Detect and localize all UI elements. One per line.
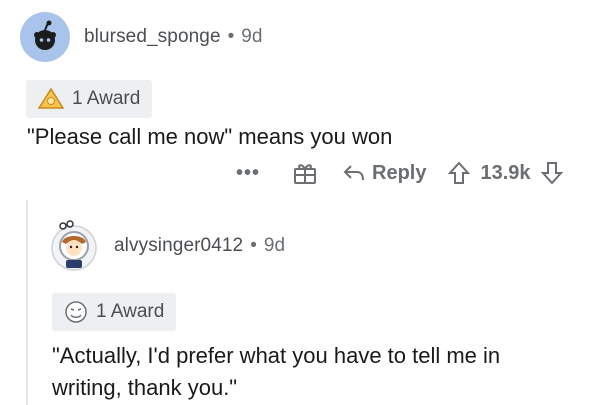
thread-line[interactable] [26,200,28,405]
separator-dot: • [250,235,257,256]
avatar[interactable] [46,218,102,274]
reply-body: "Actually, I'd prefer what you have to t… [52,340,500,404]
reply-body-line: writing, thank you." [52,375,238,400]
reply-label: Reply [372,161,427,184]
comment-username[interactable]: blursed_sponge [84,26,221,48]
snoo-avatar-icon [34,20,56,50]
reply-button[interactable]: Reply [342,162,426,185]
reply-body-line: "Actually, I'd prefer what you have to t… [52,343,501,368]
avatar[interactable] [20,12,70,62]
reply-username[interactable]: alvysinger0412 [114,235,243,257]
award-label: 1 Award [72,88,141,109]
more-options-icon[interactable]: ••• [236,162,260,185]
vote-score: 13.9k [480,161,531,184]
upvote-icon[interactable] [448,161,471,185]
comment-header: blursed_sponge • 9d [20,12,262,62]
gift-award-icon[interactable] [292,160,318,186]
award-icon [37,87,65,109]
downvote-icon[interactable] [540,161,563,185]
award-label: 1 Award [96,301,165,322]
award-badge[interactable]: 1 Award [52,293,177,331]
reply-header: alvysinger0412 • 9d [46,218,285,274]
comment-action-bar: ••• Reply 13.9k [236,160,563,186]
comment-age: 9d [241,26,263,47]
separator-dot: • [227,26,235,47]
astronaut-avatar-icon [51,220,97,271]
award-icon [65,301,87,323]
comment-body: "Please call me now" means you won [27,124,393,149]
reply-age: 9d [263,235,286,256]
reply-arrow-icon [343,165,365,181]
award-badge[interactable]: 1 Award [26,80,153,118]
